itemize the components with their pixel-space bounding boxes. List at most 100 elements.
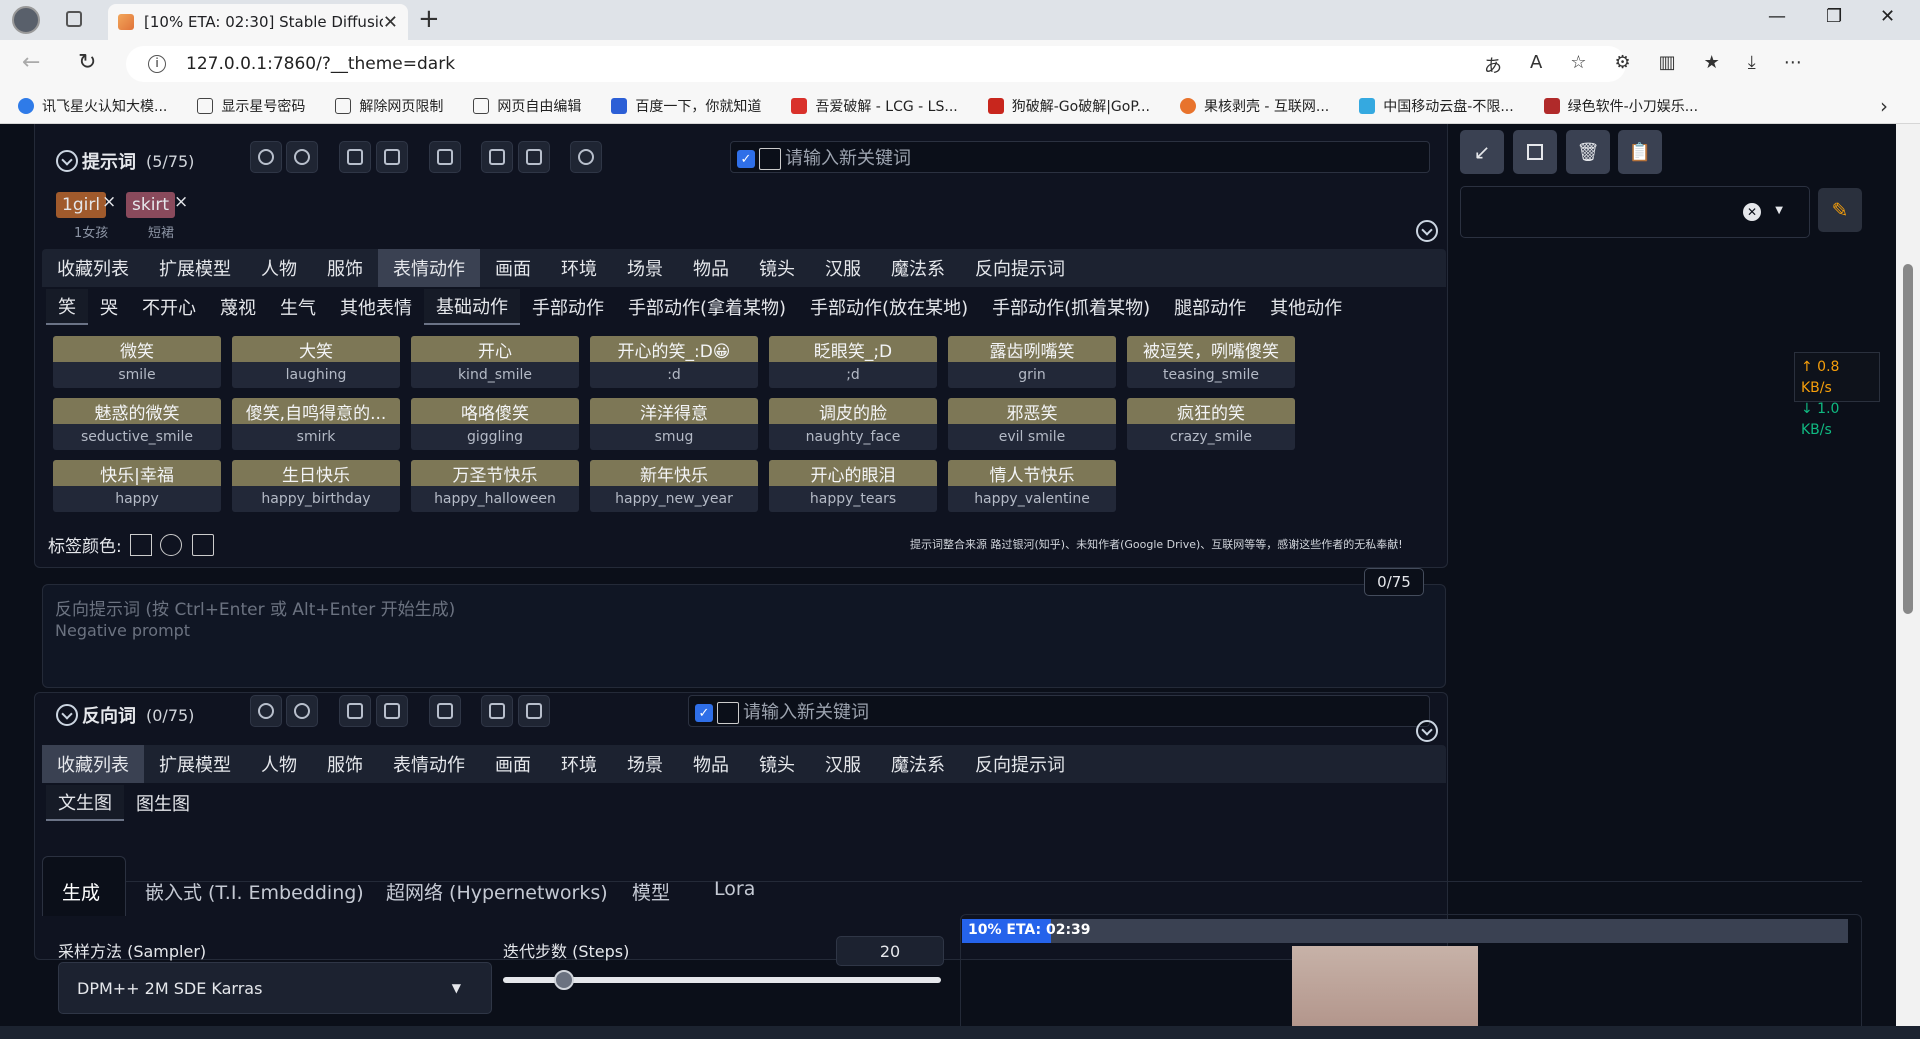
- category-tab[interactable]: 镜头: [744, 745, 810, 783]
- subcategory-tab[interactable]: 其他表情: [328, 289, 424, 325]
- prompt-card[interactable]: 洋洋得意 smug: [590, 398, 758, 450]
- prompt-section-header[interactable]: 提示词 (5/75): [56, 148, 194, 174]
- extensions-icon[interactable]: ⚙: [1614, 52, 1630, 78]
- bookmark-item[interactable]: 网页自由编辑: [473, 96, 581, 116]
- new-tab-icon[interactable]: +: [418, 4, 440, 34]
- keyword-input[interactable]: ✓ 请输入新关键词: [730, 141, 1430, 173]
- subcategory-tab[interactable]: 哭: [88, 289, 130, 325]
- steps-number-input[interactable]: 20: [836, 936, 944, 966]
- collapse-icon[interactable]: [56, 704, 78, 726]
- prompt-tag-chip[interactable]: 1girl: [56, 192, 107, 218]
- bookmark-item[interactable]: 解除网页限制: [335, 96, 443, 116]
- style-select[interactable]: ✕ ▼: [1460, 186, 1810, 238]
- prompt-card[interactable]: 开心的眼泪 happy_tears: [769, 460, 937, 512]
- url-field[interactable]: i 127.0.0.1:7860/?__theme=dark: [126, 46, 1626, 82]
- prompt-card[interactable]: 被逗笑，咧嘴傻笑 teasing_smile: [1127, 336, 1295, 388]
- prompt-card[interactable]: 开心 kind_smile: [411, 336, 579, 388]
- tab-actions-icon[interactable]: [66, 11, 82, 27]
- translate-globe-button[interactable]: [250, 141, 282, 173]
- category-tab[interactable]: 反向提示词: [960, 745, 1080, 783]
- import-prompt-button[interactable]: [339, 141, 371, 173]
- clear-icon[interactable]: ✕: [1743, 203, 1761, 221]
- bookmark-prompt-button[interactable]: [376, 695, 408, 727]
- remove-tag-icon[interactable]: ×: [174, 192, 188, 212]
- subcategory-tab[interactable]: 其他动作: [1258, 289, 1354, 325]
- bookmark-prompt-button[interactable]: [376, 141, 408, 173]
- favorite-star-icon[interactable]: ☆: [1570, 52, 1586, 78]
- tab-embedding[interactable]: 嵌入式 (T.I. Embedding): [145, 878, 364, 905]
- reload-icon[interactable]: ↻: [78, 50, 96, 75]
- prompt-card[interactable]: 生日快乐 happy_birthday: [232, 460, 400, 512]
- prompt-card[interactable]: 万圣节快乐 happy_halloween: [411, 460, 579, 512]
- prompt-card[interactable]: 快乐|幸福 happy: [53, 460, 221, 512]
- favorites-icon[interactable]: ★: [1704, 52, 1720, 78]
- settings-button[interactable]: [286, 695, 318, 727]
- expand-icon[interactable]: [1416, 220, 1438, 242]
- subcategory-tab-active[interactable]: 笑: [46, 289, 88, 325]
- bookmark-item[interactable]: 百度一下，你就知道: [611, 96, 761, 116]
- category-tab[interactable]: 扩展模型: [144, 745, 246, 783]
- subcategory-tab[interactable]: 手部动作(拿着某物): [616, 289, 798, 325]
- category-tab[interactable]: 反向提示词: [960, 249, 1080, 287]
- category-tab-active[interactable]: 收藏列表: [42, 745, 144, 783]
- prompt-card[interactable]: 露齿咧嘴笑 grin: [948, 336, 1116, 388]
- bookmark-item[interactable]: 中国移动云盘-不限...: [1359, 96, 1514, 116]
- profile-avatar[interactable]: [12, 6, 40, 34]
- tab-lora[interactable]: Lora: [714, 878, 755, 900]
- category-tab[interactable]: 扩展模型: [144, 249, 246, 287]
- split-screen-icon[interactable]: ▥: [1659, 52, 1676, 78]
- copy-prompt-button[interactable]: [481, 695, 513, 727]
- bookmark-item[interactable]: 显示星号密码: [197, 96, 305, 116]
- bookmark-item[interactable]: 果核剥壳 - 互联网...: [1179, 96, 1329, 116]
- prompt-card[interactable]: 疯狂的笑 crazy_smile: [1127, 398, 1295, 450]
- prompt-card[interactable]: 大笑 laughing: [232, 336, 400, 388]
- category-tab[interactable]: 环境: [546, 249, 612, 287]
- prompt-card[interactable]: 魅惑的微笑 seductive_smile: [53, 398, 221, 450]
- browser-tab[interactable]: [10% ETA: 02:30] Stable Diffusion ✕: [108, 4, 408, 40]
- category-tab[interactable]: 魔法系: [876, 249, 960, 287]
- keyword-enable-checkbox[interactable]: ✓: [695, 704, 713, 722]
- category-tab[interactable]: 物品: [678, 249, 744, 287]
- info-icon[interactable]: i: [148, 55, 166, 73]
- subcategory-tab[interactable]: 手部动作: [520, 289, 616, 325]
- keyword-enable-checkbox[interactable]: ✓: [737, 150, 755, 168]
- category-tab[interactable]: 服饰: [312, 745, 378, 783]
- edit-styles-button[interactable]: ✎: [1818, 188, 1862, 232]
- bookmark-item[interactable]: 狗破解-Go破解|GoP...: [987, 96, 1150, 116]
- prompt-card[interactable]: 微笑 smile: [53, 336, 221, 388]
- prompt-card[interactable]: 傻笑,自鸣得意的... smirk: [232, 398, 400, 450]
- prompt-card[interactable]: 眨眼笑_;D ;d: [769, 336, 937, 388]
- prompt-card[interactable]: 开心的笑_:D😀:d: [590, 336, 758, 388]
- format-prompt-button[interactable]: [429, 695, 461, 727]
- minimize-icon[interactable]: —: [1768, 6, 1786, 27]
- prompt-card[interactable]: 情人节快乐 happy_valentine: [948, 460, 1116, 512]
- collapse-icon[interactable]: [56, 150, 78, 172]
- category-tab[interactable]: 魔法系: [876, 745, 960, 783]
- category-tab[interactable]: 人物: [246, 745, 312, 783]
- bookmarks-more-icon[interactable]: ›: [1880, 94, 1888, 118]
- format-prompt-button[interactable]: [429, 141, 461, 173]
- bookmark-item[interactable]: 吾爱破解 - LCG - LS...: [791, 96, 958, 116]
- translate-globe-button[interactable]: [250, 695, 282, 727]
- category-tab-active[interactable]: 表情动作: [378, 249, 480, 287]
- copy-prompt-button[interactable]: [481, 141, 513, 173]
- subtab-img2img[interactable]: 图生图: [124, 785, 202, 821]
- back-icon[interactable]: ←: [22, 50, 40, 75]
- delete-prompt-button[interactable]: [518, 695, 550, 727]
- subcategory-tab[interactable]: 生气: [268, 289, 328, 325]
- category-tab[interactable]: 物品: [678, 745, 744, 783]
- delete-prompt-button[interactable]: [518, 141, 550, 173]
- translate-icon[interactable]: あ: [1484, 52, 1502, 78]
- category-tab[interactable]: 表情动作: [378, 745, 480, 783]
- subcategory-tab[interactable]: 不开心: [130, 289, 208, 325]
- subcategory-tab[interactable]: 手部动作(抓着某物): [980, 289, 1162, 325]
- close-tab-icon[interactable]: ✕: [383, 12, 398, 33]
- download-icon[interactable]: ⤓: [1748, 52, 1756, 78]
- send-to-inpaint-button[interactable]: ↙: [1460, 130, 1504, 174]
- subcategory-tab[interactable]: 腿部动作: [1162, 289, 1258, 325]
- category-tab[interactable]: 画面: [480, 745, 546, 783]
- subcategory-tab[interactable]: 蔑视: [208, 289, 268, 325]
- category-tab[interactable]: 画面: [480, 249, 546, 287]
- remove-tag-icon[interactable]: ×: [102, 192, 116, 212]
- prompt-card[interactable]: 调皮的脸 naughty_face: [769, 398, 937, 450]
